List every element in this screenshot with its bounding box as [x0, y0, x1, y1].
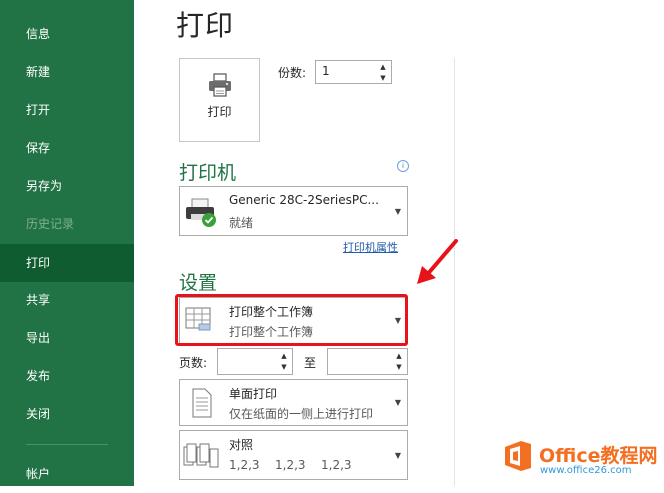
- printer-properties-link[interactable]: 打印机属性: [343, 239, 398, 255]
- chevron-down-icon: ▼: [394, 316, 401, 325]
- info-icon[interactable]: i: [397, 160, 409, 172]
- printer-ready-icon: [186, 198, 216, 227]
- single-sided-page-icon: [192, 388, 212, 418]
- sides-subtitle: 仅在纸面的一侧上进行打印: [229, 407, 374, 421]
- sidebar-item-publish[interactable]: 发布: [0, 357, 134, 395]
- spin-down-icon[interactable]: ▼: [377, 73, 389, 84]
- pages-to-label: 至: [304, 356, 317, 370]
- backstage-sidebar: 信息 新建 打开 保存 另存为 历史记录 打印 共享 导出 发布 关闭 帐户: [0, 0, 134, 486]
- sidebar-item-info[interactable]: 信息: [0, 15, 134, 53]
- spin-up-icon[interactable]: ▲: [393, 351, 405, 362]
- print-button-label: 打印: [207, 105, 232, 119]
- sidebar-item-open[interactable]: 打开: [0, 91, 134, 129]
- page-title: 打印: [176, 9, 235, 42]
- spin-up-icon[interactable]: ▲: [377, 62, 389, 73]
- collate-dropdown[interactable]: 对照 1,2,3 1,2,3 1,2,3 ▼: [179, 430, 408, 480]
- chevron-down-icon: ▼: [394, 207, 401, 216]
- collate-order-1: 1,2,3: [229, 458, 260, 472]
- chevron-down-icon: ▼: [394, 451, 401, 460]
- sidebar-item-print[interactable]: 打印: [0, 244, 134, 282]
- watermark-url: www.office26.com: [540, 465, 632, 476]
- sidebar-item-history: 历史记录: [26, 217, 75, 231]
- collate-order-2: 1,2,3: [275, 458, 306, 472]
- spin-down-icon[interactable]: ▼: [393, 362, 405, 373]
- scope-subtitle: 打印整个工作簿: [229, 325, 314, 339]
- worksheet-grid-icon: [185, 307, 211, 331]
- sides-dropdown[interactable]: 单面打印 仅在纸面的一侧上进行打印 ▼: [179, 379, 408, 426]
- printer-status: 就绪: [229, 216, 254, 230]
- sidebar-item-share[interactable]: 共享: [0, 281, 134, 319]
- copies-label: 份数:: [278, 66, 307, 80]
- spin-up-icon[interactable]: ▲: [278, 351, 290, 362]
- collate-title: 对照: [229, 438, 254, 452]
- print-scope-dropdown[interactable]: 打印整个工作簿 打印整个工作簿 ▼: [179, 297, 408, 344]
- collate-pages-icon: [183, 443, 219, 468]
- printer-heading: 打印机: [179, 162, 237, 184]
- sidebar-item-save[interactable]: 保存: [0, 129, 134, 167]
- chevron-down-icon: ▼: [394, 398, 401, 407]
- printer-icon: [209, 73, 231, 97]
- watermark-title: Office教程网: [539, 445, 658, 467]
- pages-from-stepper[interactable]: ▲ ▼: [217, 348, 293, 375]
- sidebar-item-export[interactable]: 导出: [0, 319, 134, 357]
- printer-dropdown[interactable]: Generic 28C-2SeriesPC... 就绪 ▼: [179, 186, 408, 236]
- site-watermark: Office教程网 www.office26.com: [496, 433, 664, 486]
- collate-order-3: 1,2,3: [321, 458, 352, 472]
- red-arrow-annotation: [417, 239, 458, 284]
- office-logo-icon: [505, 441, 531, 471]
- scope-title: 打印整个工作簿: [229, 305, 314, 319]
- copies-stepper[interactable]: 1 ▲ ▼: [315, 60, 392, 84]
- sidebar-item-close[interactable]: 关闭: [0, 395, 134, 433]
- sidebar-item-new[interactable]: 新建: [0, 53, 134, 91]
- pages-label: 页数:: [179, 356, 208, 370]
- sidebar-item-account[interactable]: 帐户: [0, 455, 134, 493]
- copies-value: 1: [322, 64, 330, 78]
- print-button[interactable]: 打印: [179, 58, 260, 142]
- pages-to-stepper[interactable]: ▲ ▼: [327, 348, 408, 375]
- sidebar-divider: [26, 444, 108, 445]
- sides-title: 单面打印: [229, 387, 278, 401]
- printer-name: Generic 28C-2SeriesPC...: [229, 193, 379, 207]
- spin-down-icon[interactable]: ▼: [278, 362, 290, 373]
- sidebar-item-save-as[interactable]: 另存为: [0, 167, 134, 205]
- settings-heading: 设置: [179, 272, 218, 294]
